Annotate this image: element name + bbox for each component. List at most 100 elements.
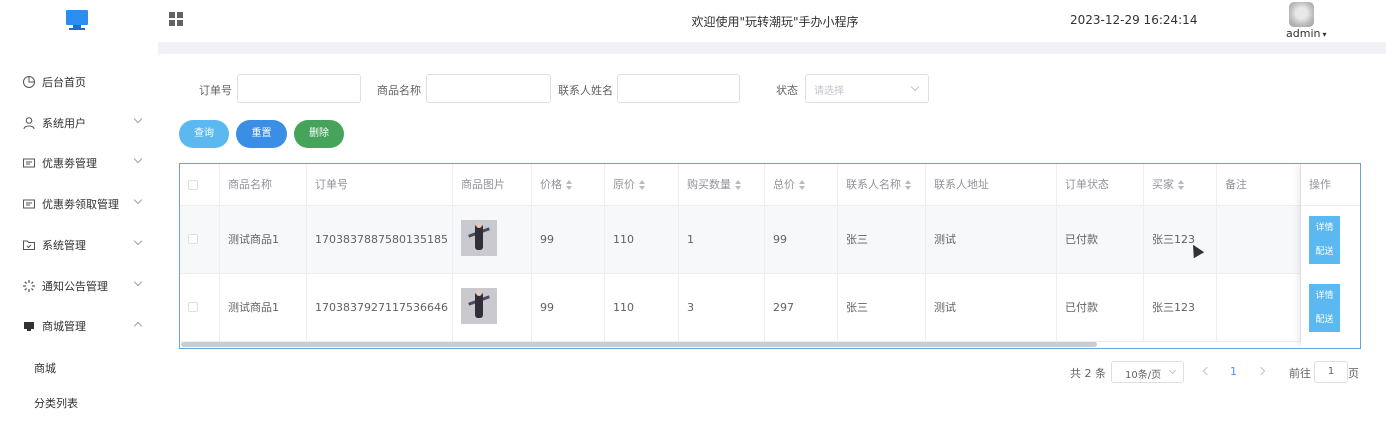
sidebar-item-coupons[interactable]: 优惠劵管理: [0, 143, 158, 183]
cell-contact-address: 测试: [926, 206, 1057, 274]
cell-original-price: 110: [605, 274, 679, 342]
sort-icon: [905, 180, 911, 190]
cell-product-name: 测试商品1: [220, 274, 307, 342]
select-all-cell: [180, 164, 220, 206]
col-product-name: 商品名称: [220, 164, 307, 206]
loading-icon: [22, 279, 36, 293]
thumb-head: [476, 222, 482, 228]
col-remark: 备注: [1217, 164, 1301, 206]
product-thumbnail[interactable]: [461, 288, 497, 324]
cell-product-image: [453, 274, 532, 342]
status-select[interactable]: 请选择: [805, 74, 929, 103]
detail-button[interactable]: 详情: [1309, 216, 1340, 240]
sidebar-item-label: 优惠劵管理: [42, 157, 97, 170]
menu-toggle-icon[interactable]: [169, 12, 184, 27]
pie-chart-icon: [22, 75, 36, 89]
user-menu[interactable]: admin ▾: [1286, 27, 1326, 40]
order-no-input[interactable]: [237, 74, 361, 103]
sidebar-item-label: 系统用户: [42, 117, 86, 130]
sort-icon: [799, 180, 805, 190]
detail-button[interactable]: 详情: [1309, 284, 1340, 308]
product-name-label: 商品名称: [377, 84, 421, 97]
page-size-select[interactable]: 10条/页: [1111, 361, 1184, 383]
chevron-up-icon: [133, 321, 143, 331]
row-checkbox[interactable]: [188, 302, 198, 312]
chevron-down-icon: [910, 82, 920, 92]
ticket-icon: [22, 197, 36, 211]
cell-total: 297: [765, 274, 838, 342]
cell-buyer: 张三123: [1144, 206, 1217, 274]
col-buyer[interactable]: 买家: [1144, 164, 1217, 206]
table-row: 测试商品1 1703837927117536646 99 110 3 297 张…: [180, 274, 1360, 342]
cell-remark: [1217, 274, 1301, 342]
sort-icon: [639, 180, 645, 190]
next-page-icon[interactable]: [1256, 366, 1266, 376]
table-row: 测试商品1 1703837887580135185 99 110 1 99 张三…: [180, 206, 1360, 274]
cell-order-status: 已付款: [1057, 274, 1144, 342]
select-all-checkbox[interactable]: [188, 180, 198, 190]
ticket-icon: [22, 156, 36, 170]
ship-button[interactable]: 配送: [1309, 240, 1340, 264]
col-product-image: 商品图片: [453, 164, 532, 206]
sidebar-item-system[interactable]: 系统管理: [0, 225, 158, 265]
prev-page-icon[interactable]: [1202, 366, 1212, 376]
sidebar-item-users[interactable]: 系统用户: [0, 103, 158, 143]
product-thumbnail[interactable]: [461, 220, 497, 256]
col-contact-name[interactable]: 联系人名称: [838, 164, 926, 206]
pagination-total: 共 2 条: [1070, 367, 1106, 380]
cell-product-image: [453, 206, 532, 274]
page-unit-label: 页: [1348, 367, 1359, 380]
sidebar-item-home[interactable]: 后台首页: [0, 62, 158, 102]
row-select-cell: [180, 206, 220, 274]
contact-name-input[interactable]: [617, 74, 740, 103]
chevron-down-icon: [133, 114, 143, 124]
col-total-label: 总价: [773, 178, 795, 191]
chevron-down-icon: [133, 195, 143, 205]
cell-quantity: 1: [679, 206, 765, 274]
sidebar-subitem-categories[interactable]: 分类列表: [34, 395, 78, 411]
col-price-label: 价格: [540, 178, 562, 191]
col-quantity[interactable]: 购买数量: [679, 164, 765, 206]
delete-button[interactable]: 删除: [294, 120, 344, 148]
col-order-status: 订单状态: [1057, 164, 1144, 206]
chevron-down-icon: [1168, 366, 1177, 375]
monitor-logo-icon: [66, 10, 88, 25]
page-number-current[interactable]: 1: [1230, 365, 1237, 378]
col-original-price[interactable]: 原价: [605, 164, 679, 206]
cell-order-no: 1703837887580135185: [307, 206, 453, 274]
sidebar-item-coupon-claims[interactable]: 优惠劵领取管理: [0, 184, 158, 224]
sidebar-item-label: 优惠劵领取管理: [42, 198, 119, 211]
cell-buyer: 张三123: [1144, 274, 1217, 342]
sidebar-item-shop[interactable]: 商城管理: [0, 306, 158, 346]
cell-product-name: 测试商品1: [220, 206, 307, 274]
row-checkbox[interactable]: [188, 234, 198, 244]
sidebar-subitem-shop[interactable]: 商城: [34, 360, 56, 376]
cell-order-no: 1703837927117536646: [307, 274, 453, 342]
col-total[interactable]: 总价: [765, 164, 838, 206]
page-title: 欢迎使用"玩转潮玩"手办小程序: [691, 15, 859, 29]
chevron-down-icon: [133, 236, 143, 246]
cell-contact-name: 张三: [838, 274, 926, 342]
folder-icon: [22, 238, 36, 252]
product-name-input[interactable]: [426, 74, 551, 103]
row-select-cell: [180, 274, 220, 342]
query-button[interactable]: 查询: [179, 120, 229, 148]
goto-page-input[interactable]: 1: [1314, 361, 1348, 383]
col-price[interactable]: 价格: [532, 164, 605, 206]
table-header: 商品名称 订单号 商品图片 价格 原价 购买数量 总价 联系人名称 联系人地址 …: [180, 164, 1360, 206]
reset-button[interactable]: 重置: [236, 120, 287, 148]
page-size-value: 10条/页: [1125, 370, 1162, 381]
sidebar-item-notices[interactable]: 通知公告管理: [0, 266, 158, 306]
sort-icon: [1178, 180, 1184, 190]
col-original-price-label: 原价: [613, 178, 635, 191]
avatar[interactable]: [1289, 2, 1314, 27]
sort-icon: [735, 180, 741, 190]
col-contact-address: 联系人地址: [926, 164, 1057, 206]
operations-column: 操作 详情 配送 详情 配送: [1301, 164, 1360, 348]
monitor-icon: [22, 319, 36, 333]
cell-quantity: 3: [679, 274, 765, 342]
horizontal-scrollbar[interactable]: [181, 342, 1097, 347]
ship-button[interactable]: 配送: [1309, 308, 1340, 332]
sidebar-item-label: 商城管理: [42, 320, 86, 333]
sidebar-item-label: 通知公告管理: [42, 280, 108, 293]
